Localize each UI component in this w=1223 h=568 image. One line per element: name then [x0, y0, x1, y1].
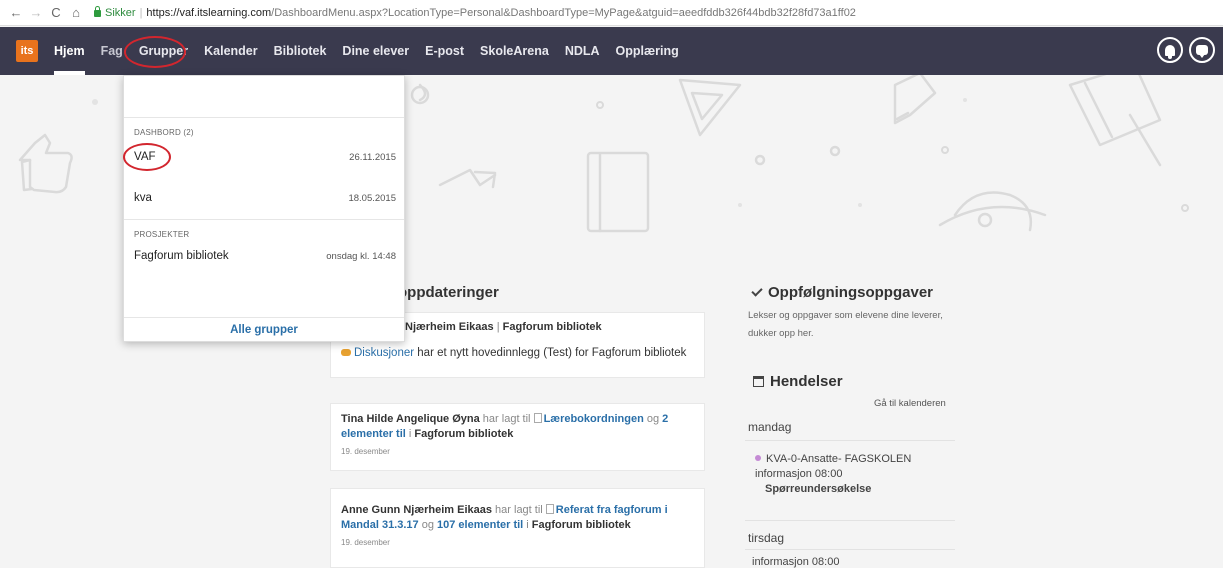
nav-fag[interactable]: Fag — [93, 27, 131, 75]
checkmark-icon — [751, 285, 763, 297]
update-more-link[interactable]: 107 elementer til — [437, 519, 523, 531]
discussion-icon — [341, 349, 351, 356]
followup-description: Lekser og oppgaver som elevene dine leve… — [748, 308, 943, 341]
discussions-link[interactable]: Diskusjoner — [354, 347, 414, 359]
forward-icon[interactable]: → — [28, 5, 44, 20]
update-separator: | — [493, 321, 503, 333]
secure-label: Sikker — [105, 6, 136, 19]
bell-icon[interactable] — [1157, 37, 1183, 63]
top-navigation: its Hjem Fag Grupper Kalender Bibliotek … — [0, 27, 1223, 75]
event-item[interactable]: informasjon 08:00 — [752, 556, 839, 568]
dropdown-search-area — [124, 76, 404, 118]
nav-hjem[interactable]: Hjem — [46, 27, 93, 75]
chat-icon[interactable] — [1189, 37, 1215, 63]
nav-e-post[interactable]: E-post — [417, 27, 472, 75]
url-host: https://vaf.itslearning.com — [146, 6, 272, 19]
event-title: KVA-0-Ansatte- FAGSKOLEN — [766, 453, 912, 465]
event-time: 08:00 — [814, 468, 843, 480]
nav-grupper[interactable]: Grupper — [131, 27, 196, 75]
day-divider — [745, 440, 955, 441]
update-action: har lagt til — [491, 504, 546, 516]
update-and: og — [418, 519, 438, 531]
url-separator: | — [139, 6, 143, 19]
dashboard-name: kva — [134, 192, 152, 204]
followup-description-line: dukker opp her. — [748, 328, 814, 339]
update-action: har lagt til — [479, 413, 534, 425]
back-icon[interactable]: ← — [8, 5, 24, 20]
event-bullet-icon — [755, 455, 761, 461]
day-divider — [745, 520, 955, 521]
lock-icon — [94, 6, 101, 17]
nav-kalender[interactable]: Kalender — [196, 27, 266, 75]
followup-title: Oppfølgningsoppgaver — [768, 284, 933, 301]
day-label-tuesday: tirsdag — [748, 531, 785, 545]
calendar-link[interactable]: Gå til kalenderen — [874, 398, 946, 409]
nav-skolearena[interactable]: SkoleArena — [472, 27, 557, 75]
its-logo[interactable]: its — [16, 40, 38, 62]
url-path: /DashboardMenu.aspx?LocationType=Persona… — [271, 6, 856, 19]
event-item[interactable]: KVA-0-Ansatte- FAGSKOLEN informasjon 08:… — [755, 452, 911, 497]
update-group[interactable]: Fagforum bibliotek — [414, 428, 513, 440]
events-title: Hendelser — [770, 373, 843, 390]
update-date: 19. desember — [341, 538, 390, 547]
grupper-dropdown: DASHBORD (2) VAF 26.11.2015 kva 18.05.20… — [123, 75, 405, 342]
dashboard-name: VAF — [134, 151, 156, 163]
update-text: har et nytt hovedinnlegg (Test) for Fagf… — [414, 347, 687, 359]
project-date: onsdag kl. 14:48 — [326, 250, 396, 262]
nav-bibliotek[interactable]: Bibliotek — [266, 27, 335, 75]
update-document-link[interactable]: Lærebokordningen — [544, 413, 644, 425]
event-time: 08:00 — [811, 556, 840, 568]
project-name: Fagforum bibliotek — [134, 250, 229, 262]
nav-opplaering[interactable]: Opplæring — [608, 27, 687, 75]
dashboard-item-kva[interactable]: kva 18.05.2015 — [124, 177, 404, 219]
day-divider — [745, 549, 955, 550]
updates-title: oppdateringer — [398, 284, 499, 301]
top-right-icons — [1157, 37, 1215, 63]
event-detail: Spørreundersøkelse — [765, 483, 872, 495]
update-author[interactable]: Tina Hilde Angelique Øyna — [341, 413, 480, 425]
update-card: Anne Gunn Njærheim Eikaas har lagt til R… — [330, 488, 705, 568]
home-icon[interactable]: ⌂ — [68, 5, 84, 20]
all-groups-link[interactable]: Alle grupper — [124, 317, 404, 341]
reload-icon[interactable]: C — [48, 5, 64, 20]
calendar-icon — [753, 376, 764, 387]
dashboard-section-header: DASHBORD (2) — [134, 128, 194, 137]
followup-title-row: Oppfølgningsoppgaver — [751, 284, 933, 301]
project-item-fagforum[interactable]: Fagforum bibliotek onsdag kl. 14:48 — [124, 239, 404, 273]
document-icon — [545, 504, 554, 514]
update-author[interactable]: Njærheim Eikaas — [405, 321, 494, 333]
update-group[interactable]: Fagforum bibliotek — [532, 519, 631, 531]
event-subtitle: informasjon — [755, 468, 812, 480]
dashboard-date: 18.05.2015 — [348, 192, 396, 204]
dashboard-date: 26.11.2015 — [349, 151, 396, 163]
event-subtitle: informasjon — [752, 556, 809, 568]
followup-description-line: Lekser og oppgaver som elevene dine leve… — [748, 310, 943, 321]
update-separator: i — [523, 519, 532, 531]
projects-section-header: PROSJEKTER — [134, 230, 190, 239]
update-and: og — [643, 413, 663, 425]
browser-toolbar: ← → C ⌂ Sikker | https://vaf.itslearning… — [0, 0, 1223, 26]
document-icon — [533, 413, 542, 423]
day-label-monday: mandag — [748, 420, 792, 434]
events-title-row: Hendelser — [753, 373, 843, 390]
update-group[interactable]: Fagforum bibliotek — [503, 321, 602, 333]
address-bar[interactable]: https://vaf.itslearning.com/DashboardMen… — [146, 7, 856, 19]
nav-ndla[interactable]: NDLA — [557, 27, 608, 75]
update-author[interactable]: Anne Gunn Njærheim Eikaas — [341, 504, 492, 516]
update-card: Tina Hilde Angelique Øyna har lagt til L… — [330, 403, 705, 471]
update-date: 19. desember — [341, 447, 390, 456]
dashboard-item-vaf[interactable]: VAF 26.11.2015 — [124, 137, 404, 177]
nav-dine-elever[interactable]: Dine elever — [334, 27, 417, 75]
